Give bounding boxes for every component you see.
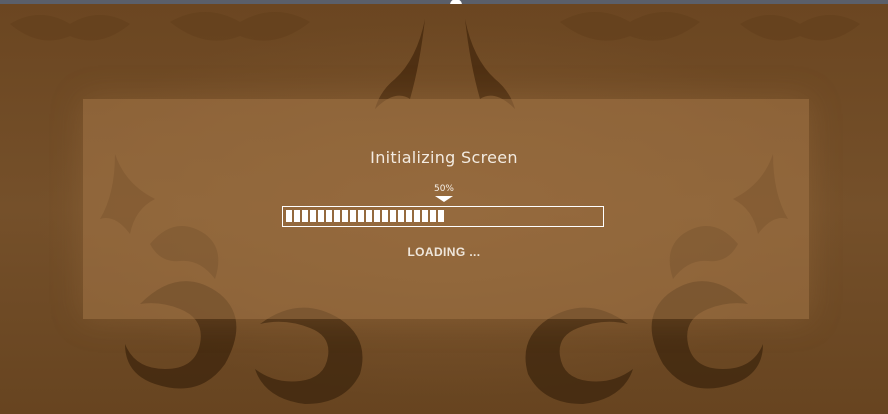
triangle-down-icon	[435, 196, 453, 202]
progress-segment	[342, 210, 348, 222]
progress-segment	[358, 210, 364, 222]
progress-segment	[310, 210, 316, 222]
progress-segment	[334, 210, 340, 222]
loading-status-text: LOADING ...	[407, 245, 481, 259]
progress-segment	[430, 210, 436, 222]
progress-segment	[438, 210, 444, 222]
progress-segment	[382, 210, 388, 222]
progress-segment	[374, 210, 380, 222]
progress-segment	[302, 210, 308, 222]
progress-bar-fill	[286, 210, 444, 222]
progress-segment	[398, 210, 404, 222]
progress-percent-label: 50%	[433, 184, 454, 194]
progress-segment	[390, 210, 396, 222]
progress-segment	[326, 210, 332, 222]
progress-bar	[282, 206, 604, 227]
progress-segment	[286, 210, 292, 222]
progress-segment	[318, 210, 324, 222]
page-title: Initializing Screen	[370, 148, 518, 167]
progress-segment	[422, 210, 428, 222]
progress-segment	[406, 210, 412, 222]
progress-segment	[414, 210, 420, 222]
progress-segment	[294, 210, 300, 222]
progress-segment	[366, 210, 372, 222]
progress-segment	[350, 210, 356, 222]
